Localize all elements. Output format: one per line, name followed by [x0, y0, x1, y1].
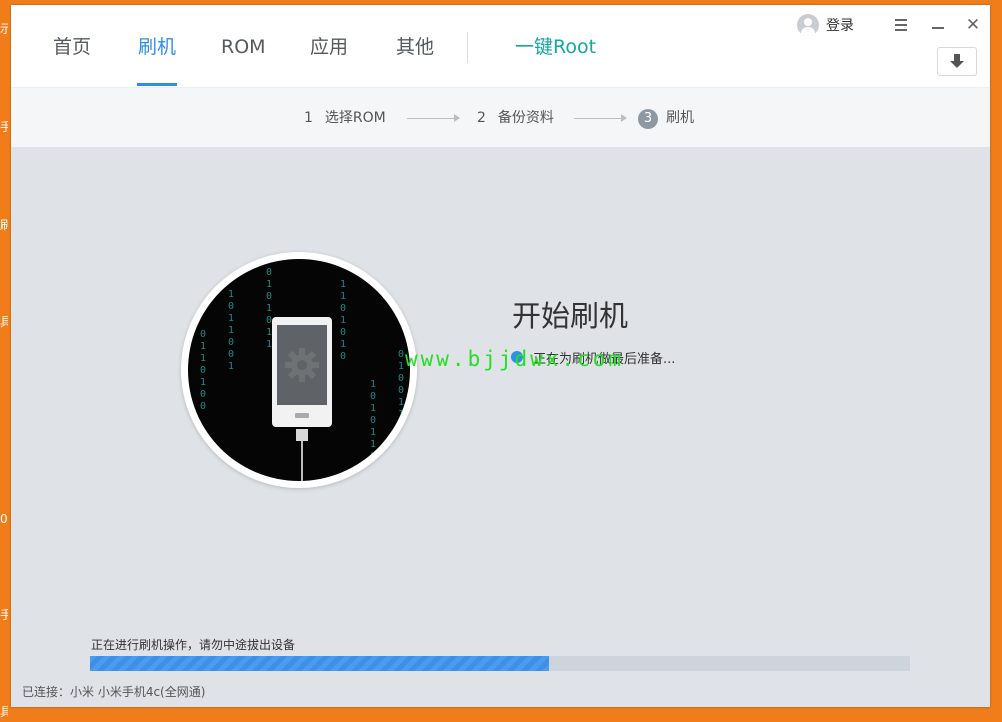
step-arrow-icon	[574, 114, 627, 122]
tab-home[interactable]: 首页	[53, 35, 91, 59]
step-flash: 3 刷机	[638, 107, 694, 129]
binary-code: 1101010	[340, 279, 347, 362]
gear-icon	[285, 348, 319, 382]
active-tab-indicator	[137, 83, 177, 86]
desktop-label: 手	[0, 608, 8, 622]
step-arrow-icon	[407, 114, 460, 122]
step-label: 刷机	[666, 110, 694, 126]
illustration-circle: 0101011 1011001 0110100 1101010 0100111 …	[188, 259, 410, 481]
desktop-label: 手	[0, 120, 8, 134]
binary-code: 1010110	[370, 379, 377, 462]
step-label: 选择ROM	[324, 110, 386, 126]
step-select-rom: 1 选择ROM	[304, 107, 386, 129]
step-number: 3	[638, 109, 658, 129]
step-number: 1	[304, 110, 313, 126]
desktop-label: 0	[0, 512, 8, 526]
desktop-label: 刷	[0, 218, 8, 232]
binary-code: 1011001	[228, 289, 235, 372]
login-label: 登录	[826, 18, 854, 34]
flash-title: 开始刷机	[512, 299, 629, 333]
tab-rom[interactable]: ROM	[221, 35, 266, 59]
usb-cable	[301, 441, 303, 481]
tab-other[interactable]: 其他	[396, 35, 434, 59]
tab-flash[interactable]: 刷机	[138, 35, 176, 59]
step-label: 备份资料	[497, 110, 554, 126]
progress-bar	[90, 656, 910, 671]
desktop-label: 具	[0, 705, 8, 719]
step-number: 2	[477, 110, 486, 126]
download-button[interactable]	[937, 47, 977, 76]
login-button[interactable]: 登录	[797, 13, 854, 37]
menu-icon[interactable]	[891, 15, 911, 35]
usb-plug-icon	[296, 429, 308, 441]
step-indicator: 1 选择ROM 2 备份资料 3 刷机	[11, 87, 990, 147]
minimize-icon[interactable]	[928, 15, 948, 35]
close-icon[interactable]: ✕	[963, 15, 983, 35]
tab-apps[interactable]: 应用	[310, 35, 348, 59]
tab-one-click-root[interactable]: 一键Root	[515, 35, 596, 59]
nav-divider	[467, 32, 468, 63]
step-backup: 2 备份资料	[477, 107, 554, 129]
phone-icon	[272, 317, 332, 427]
download-icon	[950, 54, 964, 68]
desktop-label: 示	[0, 22, 8, 36]
app-window: 首页 刷机 ROM 应用 其他 一键Root 登录 ✕ 1 选择ROM 2备份资…	[11, 5, 990, 707]
top-bar: 首页 刷机 ROM 应用 其他 一键Root 登录 ✕	[11, 5, 990, 87]
binary-code: 0110100	[200, 329, 207, 412]
progress-bar-fill	[90, 656, 550, 671]
watermark: www.bjjdwx.com	[405, 347, 625, 371]
avatar-icon	[797, 14, 819, 36]
progress-label: 正在进行刷机操作，请勿中途拔出设备	[91, 638, 296, 652]
desktop-label: 具	[0, 315, 8, 329]
phone-illustration: 0101011 1011001 0110100 1101010 0100111 …	[181, 252, 417, 488]
connection-status: 已连接：小米 小米手机4c(全网通)	[22, 685, 206, 699]
